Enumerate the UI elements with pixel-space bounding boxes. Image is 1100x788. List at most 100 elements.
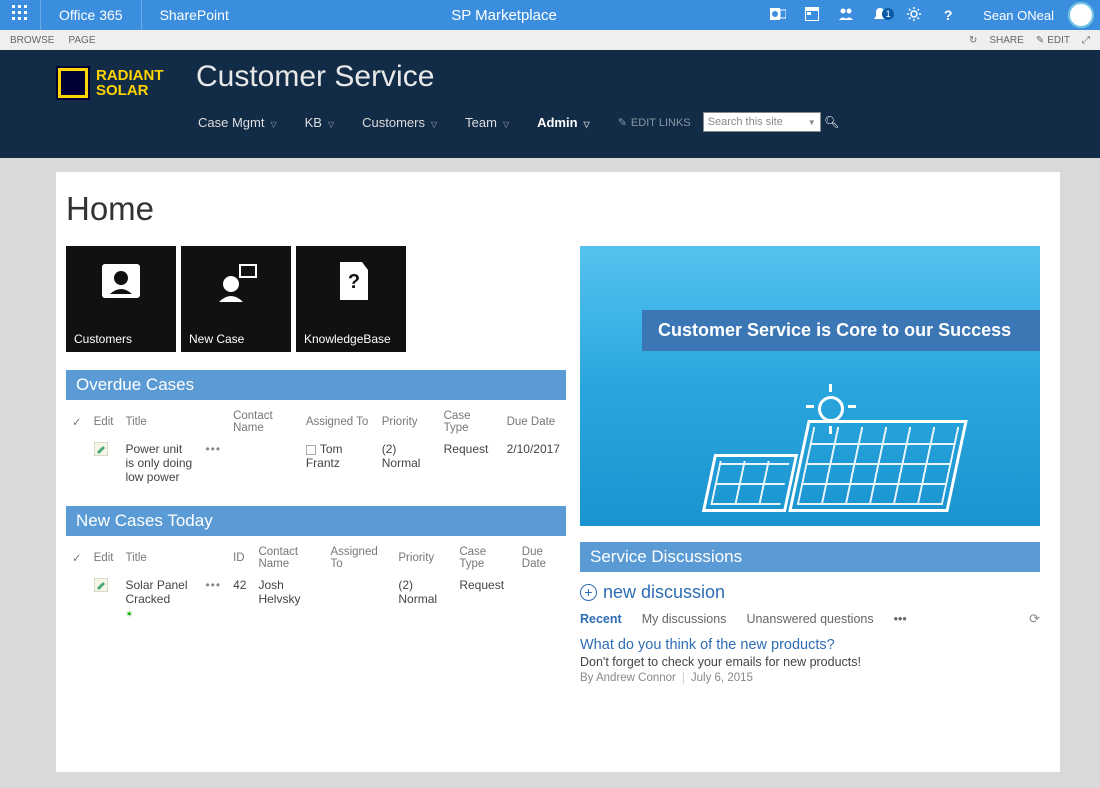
col-priority[interactable]: Priority bbox=[392, 542, 453, 574]
tile-label: KnowledgeBase bbox=[304, 332, 391, 346]
new-discussion-link[interactable]: + new discussion bbox=[580, 582, 1040, 603]
outlook-icon[interactable] bbox=[761, 7, 795, 24]
suite-brand-office365[interactable]: Office 365 bbox=[41, 7, 141, 23]
col-edit[interactable]: Edit bbox=[88, 406, 120, 438]
suite-brand-sharepoint[interactable]: SharePoint bbox=[142, 7, 247, 23]
col-check[interactable]: ✓ bbox=[66, 406, 88, 438]
col-contact[interactable]: Contact Name bbox=[227, 406, 300, 438]
new-cases-table: ✓ Edit Title ID Contact Name Assigned To… bbox=[66, 542, 566, 624]
col-casetype[interactable]: Case Type bbox=[438, 406, 501, 438]
tab-unanswered[interactable]: Unanswered questions bbox=[746, 612, 873, 626]
tile-label: New Case bbox=[189, 332, 244, 346]
col-contact[interactable]: Contact Name bbox=[252, 542, 324, 574]
plus-circle-icon: + bbox=[580, 584, 597, 601]
new-cases-section: New Cases Today ✓ Edit Title ID Contact … bbox=[66, 506, 566, 624]
thread-date: July 6, 2015 bbox=[691, 672, 753, 684]
site-header: RADIANT SOLAR Customer Service Case Mgmt… bbox=[0, 50, 1100, 158]
solar-panel-icon bbox=[788, 420, 968, 512]
refresh-icon[interactable]: ⟳ bbox=[1029, 611, 1040, 627]
item-menu-icon[interactable]: ••• bbox=[199, 574, 227, 624]
user-name[interactable]: Sean ONeal bbox=[965, 8, 1062, 23]
thread-author[interactable]: Andrew Connor bbox=[596, 672, 676, 684]
col-duedate[interactable]: Due Date bbox=[516, 542, 566, 574]
nav-team[interactable]: Team▽ bbox=[465, 115, 509, 130]
nav-customers[interactable]: Customers▽ bbox=[362, 115, 437, 130]
discussion-tabs: Recent My discussions Unanswered questio… bbox=[580, 611, 1040, 627]
table-header-row: ✓ Edit Title ID Contact Name Assigned To… bbox=[66, 542, 566, 574]
logo-line1: RADIANT bbox=[96, 68, 164, 83]
tile-knowledgebase[interactable]: ? KnowledgeBase bbox=[296, 246, 406, 352]
app-launcher-icon[interactable] bbox=[0, 5, 40, 26]
cell-casetype: Request bbox=[453, 574, 515, 624]
user-avatar[interactable] bbox=[1068, 2, 1094, 28]
cell-duedate: 2/10/2017 bbox=[501, 438, 566, 488]
page-body: Home Customers New Case bbox=[56, 172, 1060, 772]
hero-banner: Customer Service is Core to our Success bbox=[580, 246, 1040, 526]
edit-links[interactable]: ✎EDIT LINKS bbox=[618, 116, 691, 129]
thread-byline: By Andrew Connor|July 6, 2015 bbox=[580, 672, 1040, 684]
cell-title[interactable]: Solar Panel Cracked ✶ bbox=[119, 574, 199, 624]
suite-bar: Office 365 SharePoint SP Marketplace 1 ?… bbox=[0, 0, 1100, 30]
ribbon-share[interactable]: SHARE bbox=[989, 35, 1023, 46]
svg-text:?: ? bbox=[348, 271, 360, 293]
edit-item-icon[interactable] bbox=[88, 574, 120, 624]
tab-recent[interactable]: Recent bbox=[580, 612, 622, 626]
cell-assigned: Tom Frantz bbox=[300, 438, 376, 488]
tab-my-discussions[interactable]: My discussions bbox=[642, 612, 727, 626]
ribbon-sync-icon[interactable]: ↻ bbox=[969, 35, 977, 46]
nav-case-mgmt[interactable]: Case Mgmt▽ bbox=[198, 115, 277, 130]
col-casetype[interactable]: Case Type bbox=[453, 542, 515, 574]
edit-item-icon[interactable] bbox=[88, 438, 120, 488]
new-case-icon bbox=[181, 246, 291, 316]
overdue-cases-section: Overdue Cases ✓ Edit Title Contact Name … bbox=[66, 370, 566, 488]
notifications-icon[interactable]: 1 bbox=[863, 7, 897, 24]
col-edit[interactable]: Edit bbox=[88, 542, 120, 574]
nav-admin[interactable]: Admin▽ bbox=[537, 115, 590, 130]
site-logo[interactable]: RADIANT SOLAR bbox=[56, 60, 178, 106]
cell-contact: Josh Helvsky bbox=[252, 574, 324, 624]
col-id[interactable]: ID bbox=[227, 542, 252, 574]
notification-badge: 1 bbox=[882, 8, 894, 20]
search-input[interactable]: Search this site ▼ bbox=[703, 112, 821, 132]
page-title: Home bbox=[66, 190, 1040, 228]
cell-assigned bbox=[324, 574, 392, 624]
site-title[interactable]: Customer Service bbox=[196, 60, 434, 94]
solar-panel-icon bbox=[702, 454, 798, 512]
newcases-heading: New Cases Today bbox=[66, 506, 566, 536]
settings-icon[interactable] bbox=[897, 7, 931, 24]
cell-casetype: Request bbox=[438, 438, 501, 488]
col-assigned[interactable]: Assigned To bbox=[300, 406, 376, 438]
suite-center-title: SP Marketplace bbox=[247, 7, 761, 24]
tile-customers[interactable]: Customers bbox=[66, 246, 176, 352]
discussion-thread[interactable]: What do you think of the new products? D… bbox=[580, 637, 1040, 684]
col-assigned[interactable]: Assigned To bbox=[324, 542, 392, 574]
help-icon[interactable]: ? bbox=[931, 7, 965, 23]
cell-title[interactable]: Power unit is only doing low power bbox=[119, 438, 199, 488]
people-icon[interactable] bbox=[829, 7, 863, 24]
table-row[interactable]: Solar Panel Cracked ✶ ••• 42 Josh Helvsk… bbox=[66, 574, 566, 624]
ribbon-edit[interactable]: ✎EDIT bbox=[1036, 35, 1070, 46]
search-go-icon[interactable]: 🔍︎ bbox=[823, 112, 841, 132]
thread-title[interactable]: What do you think of the new products? bbox=[580, 637, 1040, 653]
item-menu-icon[interactable]: ••• bbox=[199, 438, 227, 488]
cell-contact bbox=[227, 438, 300, 488]
ribbon-fullscreen-icon[interactable]: ⤢ bbox=[1082, 35, 1090, 46]
ribbon-tab-browse[interactable]: BROWSE bbox=[10, 35, 54, 46]
col-title[interactable]: Title bbox=[119, 542, 199, 574]
table-row[interactable]: Power unit is only doing low power ••• T… bbox=[66, 438, 566, 488]
top-nav: Case Mgmt▽ KB▽ Customers▽ Team▽ Admin▽ ✎… bbox=[56, 112, 1100, 132]
knowledgebase-icon: ? bbox=[296, 246, 406, 316]
ribbon-tab-page[interactable]: PAGE bbox=[68, 35, 95, 46]
more-tabs-icon[interactable]: ••• bbox=[894, 612, 907, 626]
overdue-heading: Overdue Cases bbox=[66, 370, 566, 400]
nav-kb[interactable]: KB▽ bbox=[305, 115, 335, 130]
tile-new-case[interactable]: New Case bbox=[181, 246, 291, 352]
cell-priority: (2) Normal bbox=[392, 574, 453, 624]
col-priority[interactable]: Priority bbox=[376, 406, 438, 438]
col-check[interactable]: ✓ bbox=[66, 542, 88, 574]
hero-strap: Customer Service is Core to our Success bbox=[642, 310, 1040, 351]
col-duedate[interactable]: Due Date bbox=[501, 406, 566, 438]
search-scope-dropdown-icon[interactable]: ▼ bbox=[808, 118, 816, 127]
calendar-icon[interactable] bbox=[795, 7, 829, 24]
col-title[interactable]: Title bbox=[119, 406, 199, 438]
